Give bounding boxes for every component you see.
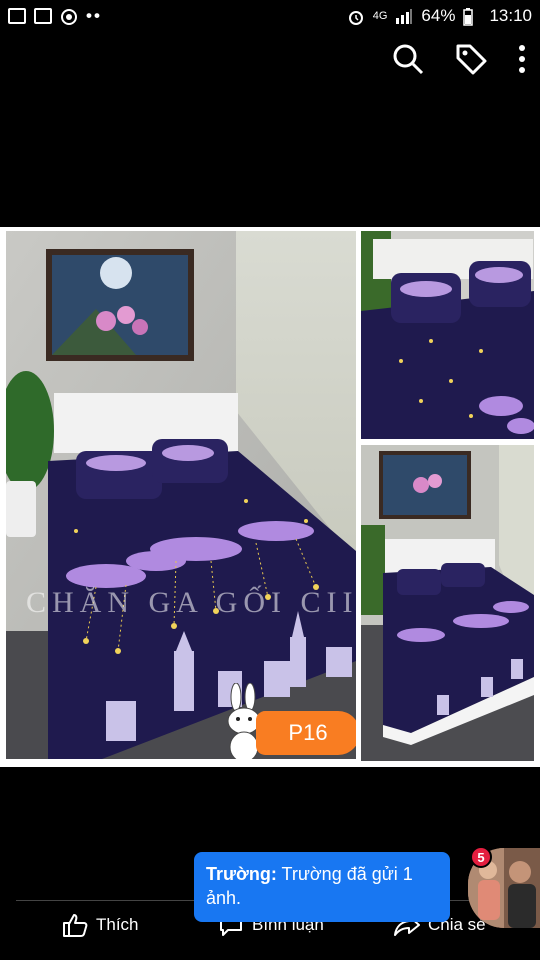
tag-icon[interactable] — [454, 42, 488, 76]
price-label: P16 — [288, 720, 328, 745]
chat-sender: Trường: — [206, 864, 277, 884]
battery-level: 64% — [421, 6, 456, 25]
search-icon[interactable] — [392, 43, 424, 75]
activity-notification-icon — [34, 8, 52, 24]
signal-icon — [395, 8, 413, 24]
thumbs-up-icon — [63, 914, 88, 937]
chat-head-preview[interactable]: Trường: Trường đã gửi 1 ảnh. — [194, 852, 450, 922]
status-bar: •• 4G 64% 13:10 — [0, 0, 540, 32]
status-left: •• — [8, 6, 102, 26]
bedroom-photo-wide — [361, 445, 534, 761]
price-tag: P16 — [256, 711, 356, 755]
bedroom-photo-main: CHĂN GA GỐI CIIC E P16 — [6, 231, 356, 759]
alarm-icon — [347, 8, 365, 25]
unread-count: 5 — [477, 849, 485, 865]
gallery-notification-icon — [8, 8, 26, 24]
watermark: CHĂN GA GỐI CIIC E — [26, 586, 356, 619]
clock: 13:10 — [489, 6, 532, 25]
more-options-icon[interactable] — [518, 44, 526, 74]
network-type: 4G — [372, 10, 388, 22]
viewer-toolbar — [392, 42, 526, 76]
post-photo[interactable]: CHĂN GA GỐI CIIC E P16 — [0, 227, 540, 767]
status-right: 4G 64% 13:10 — [347, 6, 532, 26]
bedroom-photo-closeup — [361, 231, 534, 439]
like-label: Thích — [96, 915, 139, 934]
unread-badge: 5 — [470, 846, 492, 868]
battery-icon — [463, 8, 481, 26]
like-button[interactable]: Thích — [62, 912, 139, 938]
more-notifications-icon: •• — [86, 6, 102, 25]
sync-notification-icon — [60, 8, 78, 25]
